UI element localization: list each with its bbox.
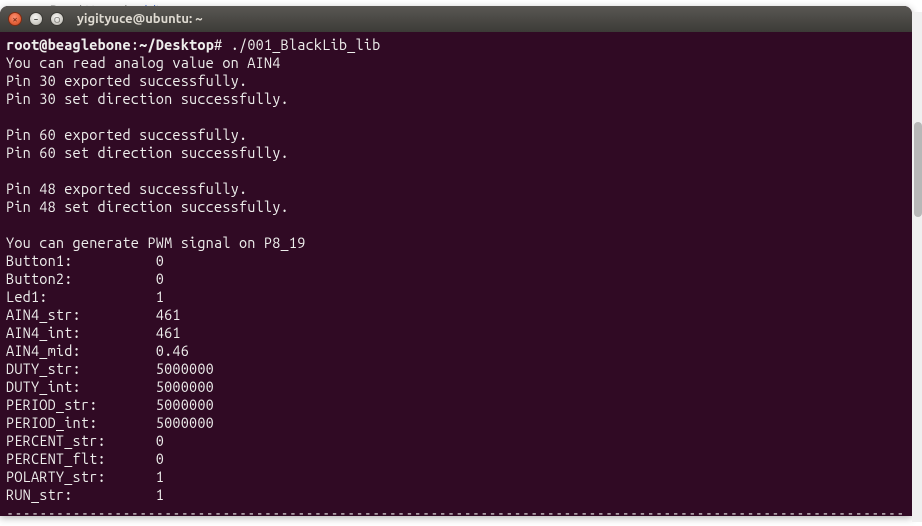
out-line: Pin 48 set direction successfully. bbox=[6, 198, 289, 215]
prompt-path: ~/Desktop bbox=[139, 36, 214, 53]
prompt-sep: # bbox=[214, 36, 222, 53]
terminal-window: ✕ – ▢ yigityuce@ubuntu: ~ root@beaglebon… bbox=[0, 6, 912, 516]
out-line: Pin 30 exported successfully. bbox=[6, 72, 247, 89]
window-title: yigityuce@ubuntu: ~ bbox=[77, 12, 203, 26]
out-line: Pin 60 set direction successfully. bbox=[6, 144, 289, 161]
minimize-icon[interactable]: – bbox=[29, 12, 43, 26]
out-line: Pin 60 exported successfully. bbox=[6, 126, 247, 143]
out-line: You can generate PWM signal on P8_19 bbox=[6, 234, 306, 251]
window-titlebar[interactable]: ✕ – ▢ yigityuce@ubuntu: ~ bbox=[0, 6, 912, 32]
terminal-output[interactable]: root@beaglebone:~/Desktop# ./001_BlackLi… bbox=[0, 32, 912, 516]
maximize-icon[interactable]: ▢ bbox=[50, 12, 64, 26]
kv-rows: Button1: 0 Button2: 0 Led1: 1 AIN4_str: … bbox=[6, 252, 214, 503]
page-scrollbar-track[interactable] bbox=[912, 12, 922, 522]
out-line: Pin 48 exported successfully. bbox=[6, 180, 247, 197]
out-line: You can read analog value on AIN4 bbox=[6, 54, 281, 71]
divider-line: ----------------------------------------… bbox=[6, 504, 905, 516]
prompt-user-host: root@beaglebone bbox=[6, 36, 131, 53]
out-line: Pin 30 set direction successfully. bbox=[6, 90, 289, 107]
prompt-command: ./001_BlackLib_lib bbox=[231, 36, 381, 53]
page-scrollbar-thumb[interactable] bbox=[914, 122, 922, 217]
close-icon[interactable]: ✕ bbox=[8, 12, 22, 26]
